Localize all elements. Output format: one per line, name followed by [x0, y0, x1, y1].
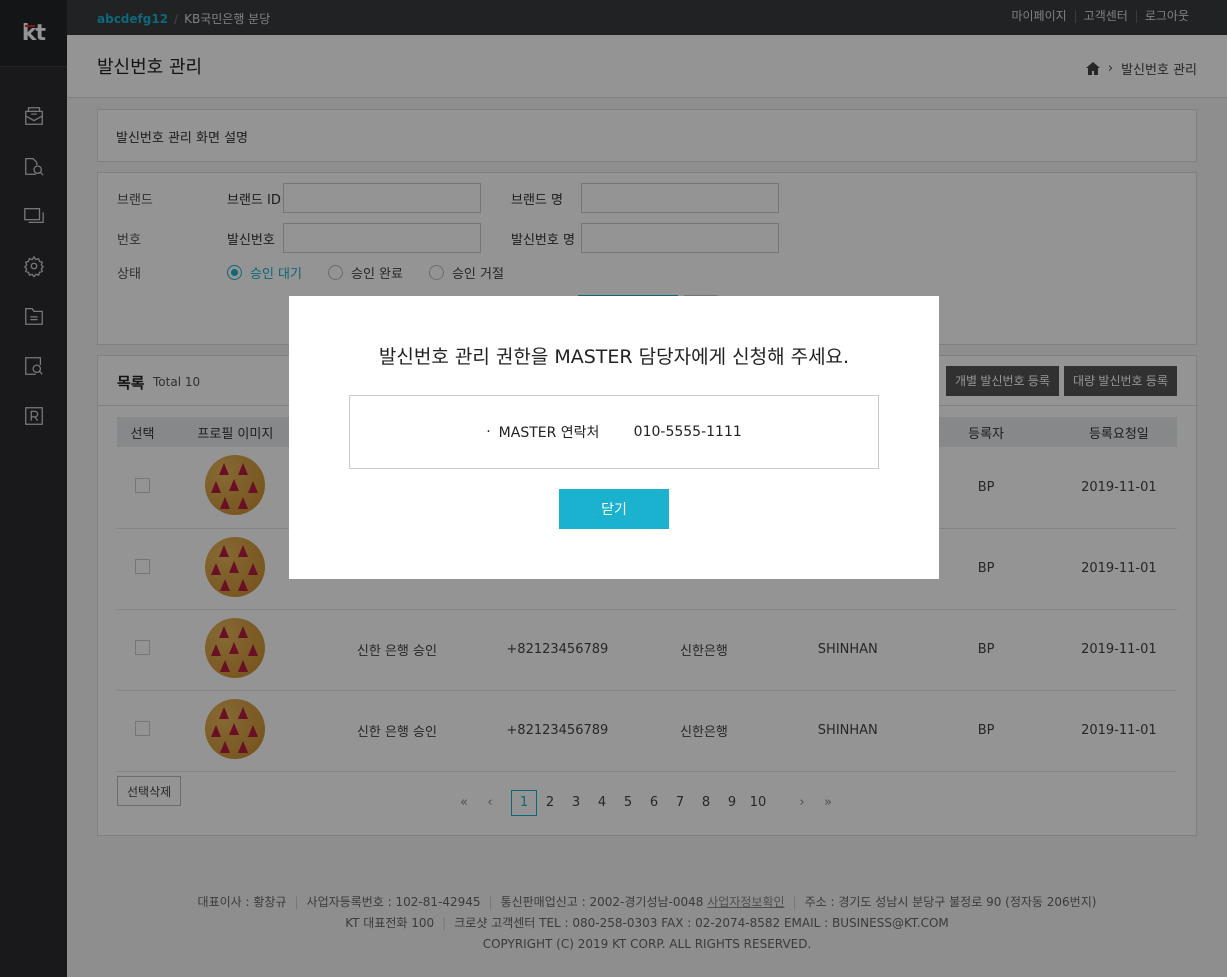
permission-modal: 발신번호 관리 권한을 MASTER 담당자에게 신청해 주세요. · MAST… [289, 296, 939, 579]
contact-label: MASTER 연락처 [498, 425, 600, 441]
close-button[interactable]: 닫기 [559, 489, 669, 529]
contact-value: 010-5555-1111 [633, 424, 742, 440]
modal-title: 발신번호 관리 권한을 MASTER 담당자에게 신청해 주세요. [378, 346, 850, 368]
contact-box: · MASTER 연락처 010-5555-1111 [349, 395, 879, 469]
